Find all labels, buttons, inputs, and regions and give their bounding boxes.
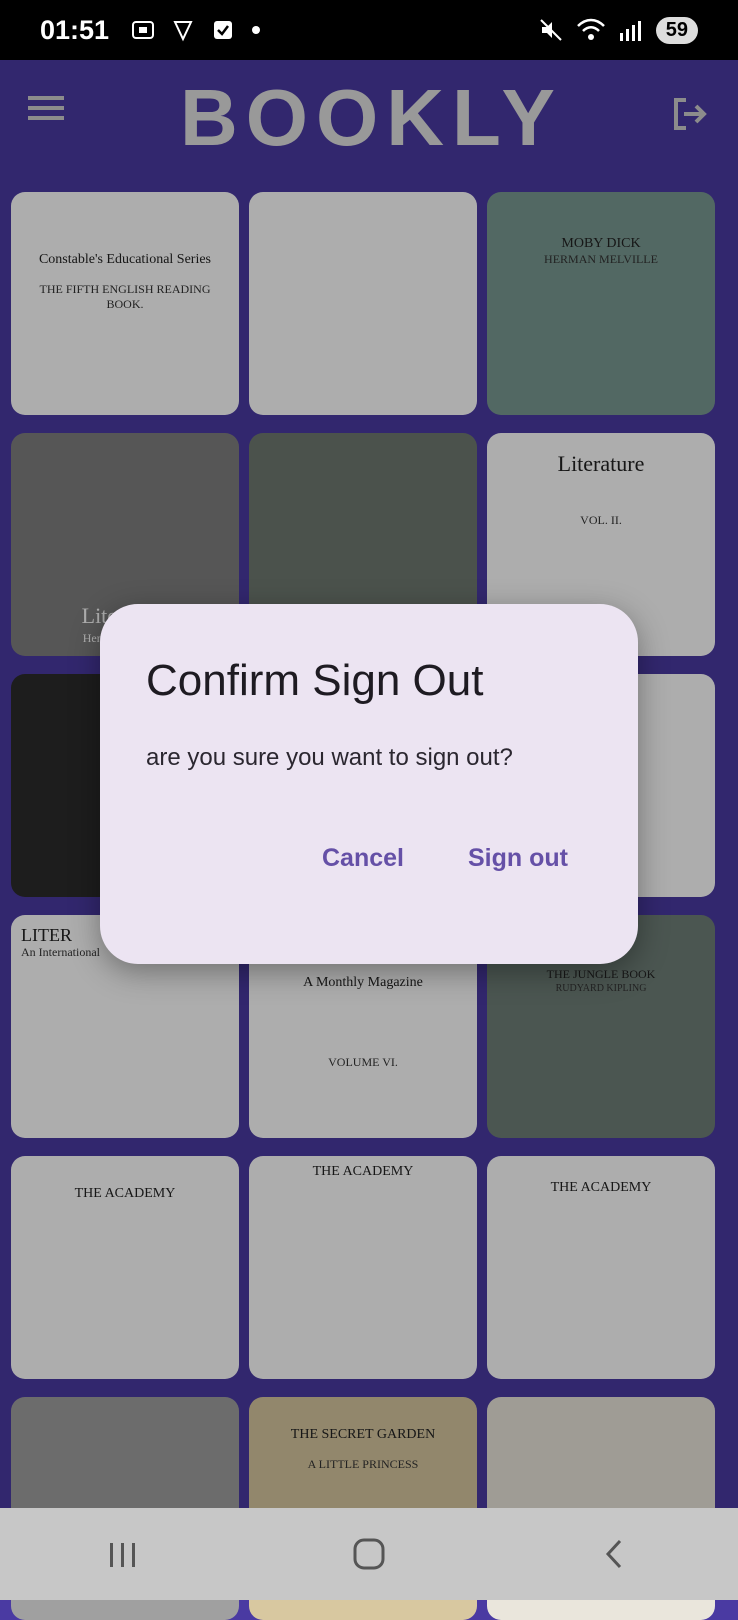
system-navigation-bar	[0, 1508, 738, 1600]
recent-apps-icon	[110, 1543, 135, 1567]
mute-icon	[540, 19, 562, 41]
status-right: 59	[538, 16, 698, 44]
home-button[interactable]	[344, 1529, 394, 1579]
status-left-icons	[131, 18, 261, 42]
cancel-button[interactable]: Cancel	[322, 844, 404, 873]
wifi-icon	[576, 18, 605, 40]
battery-indicator: 59	[655, 16, 698, 44]
status-time: 01:51	[40, 14, 110, 45]
back-button[interactable]	[590, 1529, 640, 1579]
sign-out-button[interactable]: Sign out	[468, 844, 568, 873]
notification-dot-icon	[252, 26, 261, 34]
sign-out-dialog: Confirm Sign Out are you sure you want t…	[100, 604, 638, 964]
back-icon	[605, 1539, 622, 1569]
checkbox-notification-icon	[214, 21, 233, 39]
screen-record-icon	[132, 21, 155, 39]
home-icon	[353, 1538, 385, 1570]
vpn-shield-icon	[173, 21, 193, 42]
dialog-title: Confirm Sign Out	[146, 656, 484, 705]
dialog-message: are you sure you want to sign out?	[146, 744, 513, 771]
signal-icon	[619, 21, 641, 41]
status-bar: 01:51 59	[0, 0, 738, 60]
recent-apps-button[interactable]	[98, 1529, 148, 1579]
